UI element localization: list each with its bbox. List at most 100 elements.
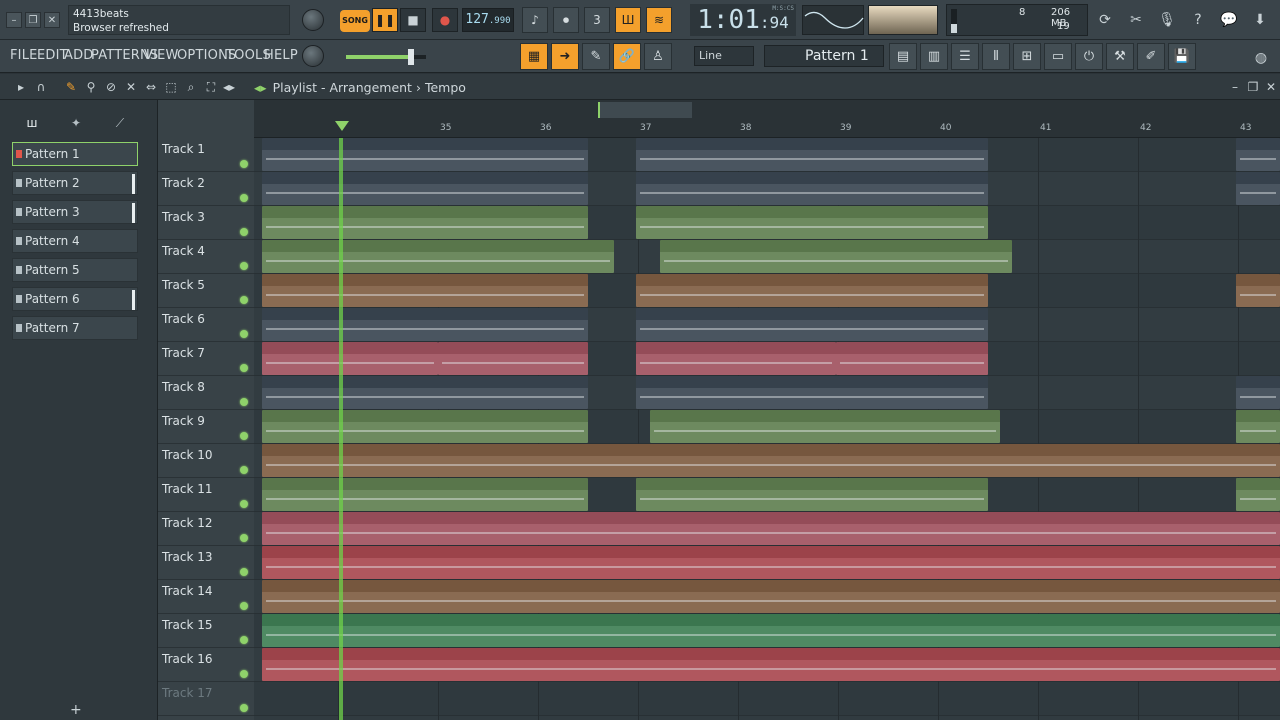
track-mute-led[interactable] (240, 364, 248, 372)
pencil-icon[interactable]: ✎ (64, 80, 78, 94)
link-icon[interactable]: 🔗 (613, 43, 641, 70)
track-header[interactable]: Track 6 (158, 308, 254, 342)
playlist-clip[interactable]: NCS..(4) (262, 240, 614, 273)
playlist-clip[interactable] (262, 308, 588, 341)
timeline-ruler[interactable]: 35 36 37 38 39 40 41 42 43 (254, 120, 1280, 138)
playlist-clip[interactable] (1236, 410, 1280, 443)
automation-tab-icon[interactable]: ⟋ (110, 116, 130, 132)
delete-icon[interactable]: ⊘ (104, 80, 118, 94)
track-mute-led[interactable] (240, 636, 248, 644)
file-icon[interactable]: ▭ (1044, 43, 1072, 70)
slice-icon[interactable]: ⛶ (204, 80, 218, 94)
song-time-display[interactable]: 1:01:94 M:S:CS (690, 4, 796, 36)
track-header[interactable]: Track 8 (158, 376, 254, 410)
pattern-item[interactable]: Pattern 3 (12, 200, 138, 224)
track-mute-led[interactable] (240, 330, 248, 338)
pitch-knob[interactable] (302, 45, 324, 67)
wrench-icon[interactable]: ⚒ (1106, 43, 1134, 70)
playlist-clip[interactable]: Tempo (262, 580, 1280, 613)
track-mute-led[interactable] (240, 398, 248, 406)
stamp-icon[interactable]: ♙ (644, 43, 672, 70)
track-header[interactable]: Track 7 (158, 342, 254, 376)
zoom-icon[interactable]: ⌕ (184, 80, 198, 94)
pause-button[interactable]: ❚❚ (372, 8, 398, 32)
playlist-clip[interactable]: vocals #2 (262, 512, 1280, 545)
track-mute-led[interactable] (240, 568, 248, 576)
tools-icon[interactable]: ✂ (1123, 7, 1149, 33)
pattern-item[interactable]: Pattern 2 (12, 171, 138, 195)
playlist-clip[interactable]: NCS..(4) (660, 240, 1012, 273)
playlist-clip[interactable] (262, 274, 588, 307)
playlist-clip[interactable] (262, 478, 588, 511)
track-mute-led[interactable] (240, 602, 248, 610)
playlist-clip[interactable]: ! FAV (1) (636, 342, 836, 375)
channel-rack-icon[interactable]: ☰ (951, 43, 979, 70)
draw-tool-icon[interactable]: ✎ (582, 43, 610, 70)
track-header[interactable]: Track 17 (158, 682, 254, 716)
playlist-clip[interactable]: Master pitch (262, 614, 1280, 647)
help-icon[interactable]: ? (1185, 7, 1211, 33)
window-close-icon[interactable]: ✕ (1264, 80, 1278, 94)
track-header[interactable]: Track 13 (158, 546, 254, 580)
track-header[interactable]: Track 12 (158, 512, 254, 546)
song-mode-button[interactable]: SONG (340, 10, 370, 32)
playlist-clip[interactable] (1236, 376, 1280, 409)
arrow-right-icon[interactable]: ➜ (551, 43, 579, 70)
track-header[interactable]: Track 11 (158, 478, 254, 512)
refresh-icon[interactable]: ⟳ (1092, 7, 1118, 33)
track-mute-led[interactable] (240, 432, 248, 440)
pattern-item[interactable]: Pattern 1 (12, 142, 138, 166)
menu-add[interactable]: ADD (64, 48, 94, 63)
playlist-clip[interactable]: Pattern 6 (262, 376, 588, 409)
track-header[interactable]: Track 1 (158, 138, 254, 172)
master-volume-knob[interactable] (302, 9, 324, 31)
playlist-clip[interactable]: Pattern 2 (262, 172, 588, 205)
track-mute-led[interactable] (240, 228, 248, 236)
playlist-clip[interactable]: ! FAV (1) (836, 342, 988, 375)
edit-icon[interactable]: ✐ (1137, 43, 1165, 70)
tempo-display[interactable]: 127.990 (462, 8, 514, 32)
add-pattern-icon[interactable]: + (70, 702, 82, 718)
browser-icon[interactable]: ⊞ (1013, 43, 1041, 70)
track-mute-led[interactable] (240, 160, 248, 168)
window-minimize-icon[interactable]: – (1228, 80, 1242, 94)
playlist-clip[interactable]: ! FAV (1) (262, 342, 438, 375)
track-mute-led[interactable] (240, 194, 248, 202)
track-header[interactable]: Track 2 (158, 172, 254, 206)
playlist-clip[interactable]: ! FAV (1) (438, 342, 588, 375)
menu-view[interactable]: VIEW (144, 48, 179, 63)
playlist-clip[interactable]: OP (650, 410, 1000, 443)
playlist-clip[interactable]: Pattern 6 (636, 376, 988, 409)
microphone-icon[interactable]: 🎙 (1154, 7, 1180, 33)
pattern-item[interactable]: Pattern 6 (12, 287, 138, 311)
menu-help[interactable]: HELP (264, 48, 298, 63)
menu-file[interactable]: FILE (10, 48, 38, 63)
stop-button[interactable]: ■ (400, 8, 426, 32)
playlist-icon[interactable]: ▤ (889, 43, 917, 70)
close-icon[interactable]: ✕ (44, 12, 60, 28)
slip-icon[interactable]: ⇔ (144, 80, 158, 94)
track-mute-led[interactable] (240, 296, 248, 304)
pattern-selector[interactable]: Pattern 1 (764, 45, 884, 67)
plugin-icon[interactable]: ⏻ (1075, 43, 1103, 70)
track-mute-led[interactable] (240, 534, 248, 542)
track-mute-led[interactable] (240, 704, 248, 712)
playlist-clip[interactable] (636, 308, 988, 341)
track-header[interactable]: Track 4 (158, 240, 254, 274)
playlist-clip[interactable]: [808 18] - Channel volume (262, 546, 1280, 579)
playlist-clip[interactable]: Tempo (262, 444, 1280, 477)
play-region-icon[interactable]: ◂▸ (222, 80, 236, 94)
wait-input-icon[interactable]: ⏺ (553, 7, 579, 33)
track-header[interactable]: Track 9 (158, 410, 254, 444)
minimize-icon[interactable]: – (6, 12, 22, 28)
master-volume-slider[interactable] (346, 49, 426, 65)
playlist-clip[interactable] (262, 206, 588, 239)
playlist-clip[interactable] (636, 274, 988, 307)
playlist-menu-icon[interactable]: ▸ (14, 80, 28, 94)
metronome-icon[interactable]: ♪ (522, 7, 548, 33)
pattern-item[interactable]: Pattern 4 (12, 229, 138, 253)
track-header[interactable]: Track 14 (158, 580, 254, 614)
playlist-clip[interactable] (1236, 274, 1280, 307)
brush-icon[interactable]: ⚲ (84, 80, 98, 94)
playlist-view-icon[interactable]: ▦ (520, 43, 548, 70)
